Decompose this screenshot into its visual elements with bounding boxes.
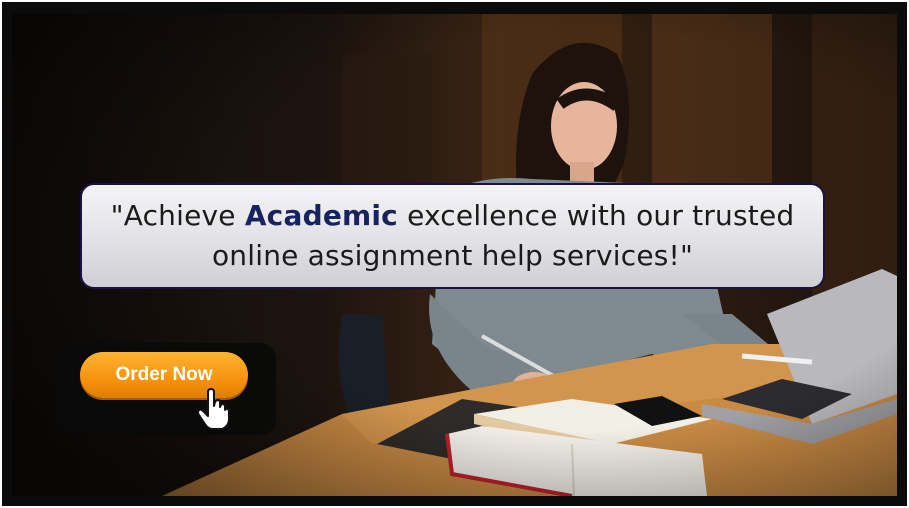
quote-banner: "Achieve Academic excellence with our tr… (80, 183, 825, 289)
quote-text-start: "Achieve (110, 199, 245, 232)
quote-highlight: Academic (244, 199, 398, 232)
quote-text: "Achieve Academic excellence with our tr… (82, 196, 823, 276)
hand-pointer-icon (197, 388, 230, 430)
